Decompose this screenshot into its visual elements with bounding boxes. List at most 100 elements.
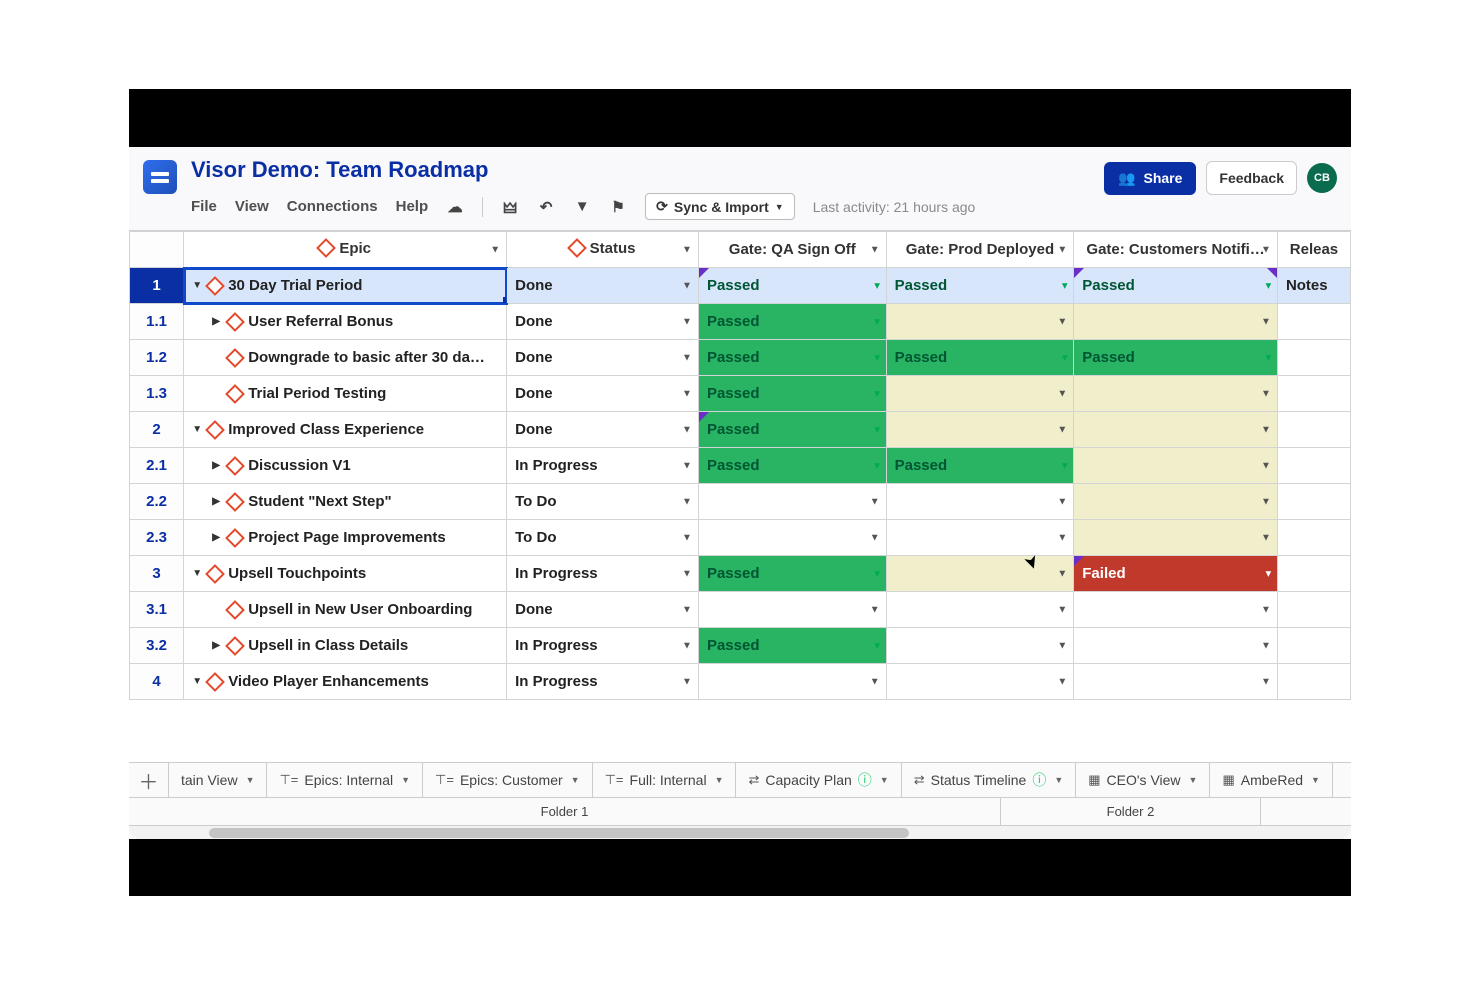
gate-prod[interactable]: Passed▾: [886, 340, 1074, 376]
status-cell[interactable]: Done▼: [507, 376, 699, 412]
epic-cell[interactable]: ▼Video Player Enhancements: [184, 664, 507, 700]
menu-view[interactable]: View: [235, 198, 269, 215]
avatar[interactable]: CB: [1307, 163, 1337, 193]
row-1.2[interactable]: 1.2Downgrade to basic after 30 da…Done▼P…: [130, 340, 1351, 376]
col-gate-cust[interactable]: Gate: Customers Notifi…▼: [1074, 232, 1278, 268]
gate-cust[interactable]: ▼: [1074, 664, 1278, 700]
menu-help[interactable]: Help: [396, 198, 429, 215]
col-epic[interactable]: Epic ▼: [184, 232, 507, 268]
gate-qa[interactable]: Passed▾: [698, 628, 886, 664]
epic-cell[interactable]: ▶Upsell in Class Details: [184, 628, 507, 664]
release-cell[interactable]: [1277, 376, 1350, 412]
status-cell[interactable]: In Progress▼: [507, 556, 699, 592]
col-gate-prod[interactable]: Gate: Prod Deployed▼: [886, 232, 1074, 268]
tab-ceo-s-view[interactable]: ▦CEO's View▼: [1076, 763, 1210, 797]
row-number[interactable]: 3.1: [130, 592, 184, 628]
gate-qa[interactable]: ▼: [698, 592, 886, 628]
gate-qa[interactable]: Passed▾: [698, 376, 886, 412]
expand-caret[interactable]: ▶: [212, 640, 222, 651]
tab-capacity-plan[interactable]: ⇄Capacity Plan ⓘ▼: [736, 763, 901, 797]
filter-icon[interactable]: ▼: [573, 198, 591, 216]
folder-1[interactable]: Folder 1: [129, 798, 1001, 825]
tab-full-internal[interactable]: ⊤=Full: Internal▼: [593, 763, 737, 797]
row-number[interactable]: 1.1: [130, 304, 184, 340]
expand-caret[interactable]: ▼: [192, 280, 202, 291]
add-tab-button[interactable]: ＋: [129, 763, 169, 797]
epic-cell[interactable]: ▶Project Page Improvements: [184, 520, 507, 556]
row-1.3[interactable]: 1.3Trial Period TestingDone▼Passed▾▼▼: [130, 376, 1351, 412]
row-number[interactable]: 1: [130, 268, 184, 304]
tab-status-timeline[interactable]: ⇄Status Timeline ⓘ▼: [902, 763, 1077, 797]
flag-icon[interactable]: ⚑: [609, 198, 627, 216]
gate-prod[interactable]: ▼: [886, 484, 1074, 520]
horizontal-scrollbar[interactable]: [129, 825, 1351, 839]
row-number[interactable]: 2.3: [130, 520, 184, 556]
gate-cust[interactable]: ▼: [1074, 448, 1278, 484]
row-3.1[interactable]: 3.1Upsell in New User OnboardingDone▼▼▼▼: [130, 592, 1351, 628]
expand-caret[interactable]: ▼: [192, 424, 202, 435]
tab-ambered[interactable]: ▦AmbeRed▼: [1210, 763, 1332, 797]
tab-epics-customer[interactable]: ⊤=Epics: Customer▼: [423, 763, 593, 797]
gate-prod[interactable]: ▼: [886, 520, 1074, 556]
gate-qa[interactable]: Passed▾: [698, 304, 886, 340]
gate-prod[interactable]: ▼: [886, 376, 1074, 412]
feedback-button[interactable]: Feedback: [1206, 161, 1297, 195]
epic-cell[interactable]: ▶Discussion V1: [184, 448, 507, 484]
release-cell[interactable]: [1277, 484, 1350, 520]
menu-file[interactable]: File: [191, 198, 217, 215]
row-2.1[interactable]: 2.1▶Discussion V1In Progress▼Passed▾Pass…: [130, 448, 1351, 484]
col-gate-qa[interactable]: Gate: QA Sign Off▼: [698, 232, 886, 268]
row-number[interactable]: 2.1: [130, 448, 184, 484]
col-release[interactable]: Releas: [1277, 232, 1350, 268]
gate-qa[interactable]: Passed▾: [698, 556, 886, 592]
cloud-icon[interactable]: ☁: [446, 198, 464, 216]
gate-cust[interactable]: Passed▾: [1074, 340, 1278, 376]
gate-cust[interactable]: ▼: [1074, 412, 1278, 448]
release-cell[interactable]: [1277, 340, 1350, 376]
tab-tain-view[interactable]: tain View▼: [169, 763, 267, 797]
tab-epics-internal[interactable]: ⊤=Epics: Internal▼: [267, 763, 423, 797]
gate-qa[interactable]: Passed▾: [698, 412, 886, 448]
menu-connections[interactable]: Connections: [287, 198, 378, 215]
sync-import-button[interactable]: ⟳ Sync & Import ▼: [645, 193, 795, 220]
gate-prod[interactable]: ▼: [886, 304, 1074, 340]
col-status[interactable]: Status ▼: [507, 232, 699, 268]
gate-cust[interactable]: Failed▾: [1074, 556, 1278, 592]
gate-cust[interactable]: ▼: [1074, 628, 1278, 664]
row-1[interactable]: 1▼30 Day Trial PeriodDone▼Passed▾Passed▾…: [130, 268, 1351, 304]
epic-cell[interactable]: ▶Student "Next Step": [184, 484, 507, 520]
row-1.1[interactable]: 1.1▶User Referral BonusDone▼Passed▾▼▼: [130, 304, 1351, 340]
row-number[interactable]: 3.2: [130, 628, 184, 664]
gate-qa[interactable]: ▼: [698, 520, 886, 556]
epic-cell[interactable]: Trial Period Testing: [184, 376, 507, 412]
row-3.2[interactable]: 3.2▶Upsell in Class DetailsIn Progress▼P…: [130, 628, 1351, 664]
row-number[interactable]: 1.2: [130, 340, 184, 376]
release-cell[interactable]: [1277, 556, 1350, 592]
bell-icon[interactable]: 🜲: [501, 198, 519, 216]
epic-cell[interactable]: ▼30 Day Trial Period: [184, 268, 507, 304]
gate-prod[interactable]: Passed▾: [886, 268, 1074, 304]
row-4[interactable]: 4▼Video Player EnhancementsIn Progress▼▼…: [130, 664, 1351, 700]
gate-prod[interactable]: ▼: [886, 556, 1074, 592]
expand-caret[interactable]: ▼: [192, 568, 202, 579]
row-number[interactable]: 2.2: [130, 484, 184, 520]
status-cell[interactable]: In Progress▼: [507, 448, 699, 484]
release-cell[interactable]: [1277, 664, 1350, 700]
gate-qa[interactable]: ▼: [698, 484, 886, 520]
row-number[interactable]: 4: [130, 664, 184, 700]
status-cell[interactable]: Done▼: [507, 592, 699, 628]
release-cell[interactable]: [1277, 448, 1350, 484]
gate-qa[interactable]: Passed▾: [698, 448, 886, 484]
row-3[interactable]: 3▼Upsell TouchpointsIn Progress▼Passed▾▼…: [130, 556, 1351, 592]
expand-caret[interactable]: ▶: [212, 316, 222, 327]
gate-cust[interactable]: ▼: [1074, 304, 1278, 340]
release-cell[interactable]: [1277, 304, 1350, 340]
epic-cell[interactable]: ▼Upsell Touchpoints: [184, 556, 507, 592]
gate-prod[interactable]: ▼: [886, 664, 1074, 700]
release-cell[interactable]: [1277, 628, 1350, 664]
expand-caret[interactable]: ▼: [192, 676, 202, 687]
gate-qa[interactable]: ▼: [698, 664, 886, 700]
folder-2[interactable]: Folder 2: [1001, 798, 1261, 825]
epic-cell[interactable]: ▶User Referral Bonus: [184, 304, 507, 340]
status-cell[interactable]: To Do▼: [507, 520, 699, 556]
